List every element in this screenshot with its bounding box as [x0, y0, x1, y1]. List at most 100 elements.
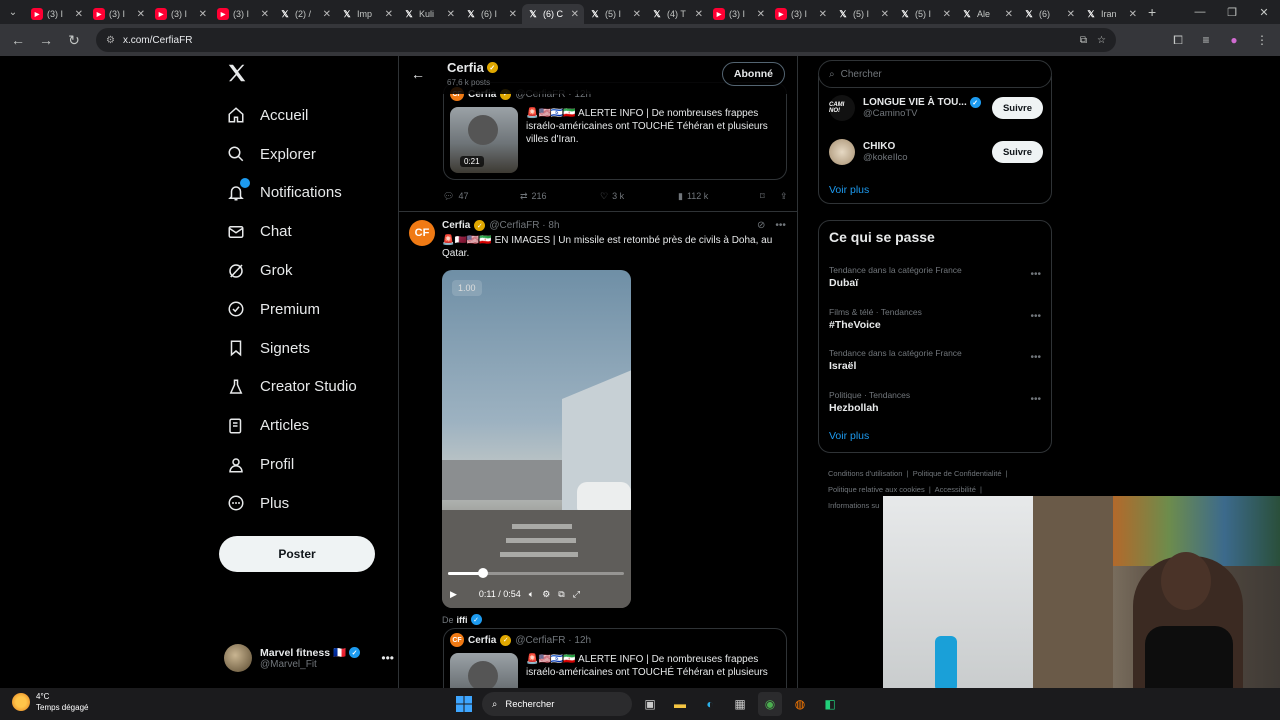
cerfia-avatar[interactable]: CF: [409, 220, 435, 246]
browser-tab[interactable]: ▶ (3) I ✕: [26, 4, 88, 24]
browser-tab[interactable]: ▶ (3) I ✕: [770, 4, 832, 24]
account-switcher[interactable]: Marvel fitness 🇫🇷 ✓ @Marvel_Fit •••: [224, 640, 394, 676]
back-arrow-icon[interactable]: ←: [411, 66, 425, 82]
views-button[interactable]: ▮ 112 k: [678, 191, 760, 202]
close-tab-icon[interactable]: ✕: [1005, 9, 1013, 20]
close-tab-icon[interactable]: ✕: [571, 9, 579, 20]
close-tab-icon[interactable]: ✕: [447, 9, 455, 20]
like-button[interactable]: ♡ 3 k: [600, 191, 678, 202]
nav-item-creator-studio[interactable]: Creator Studio: [218, 368, 398, 407]
browser-tab[interactable]: 𝕏 (5) I ✕: [894, 4, 956, 24]
play-icon[interactable]: ▶: [450, 589, 457, 600]
app-icon[interactable]: ◧: [818, 692, 842, 716]
more-dots-icon[interactable]: •••: [775, 220, 786, 231]
windows-start-icon[interactable]: [452, 692, 476, 716]
menu-kebab-icon[interactable]: ⋮: [1250, 28, 1274, 52]
close-tab-icon[interactable]: ✕: [75, 9, 83, 20]
reload-icon[interactable]: ↻: [62, 28, 86, 52]
site-info-icon[interactable]: ⚙: [106, 35, 115, 46]
close-tab-icon[interactable]: ✕: [199, 9, 207, 20]
video-progress-bar[interactable]: [448, 572, 624, 575]
playback-speed-badge[interactable]: 1.00: [452, 280, 482, 296]
trend-item[interactable]: Politique · Tendances Hezbollah •••: [829, 390, 1043, 414]
nav-item-notifications[interactable]: Notifications: [218, 174, 398, 213]
nav-item-plus[interactable]: Plus: [218, 484, 398, 523]
profile-icon[interactable]: ●: [1222, 28, 1246, 52]
file-explorer-icon[interactable]: ▬: [668, 692, 692, 716]
post-button[interactable]: Poster: [219, 536, 375, 572]
browser-tab[interactable]: 𝕏 Kuli ✕: [398, 4, 460, 24]
follow-suggestion[interactable]: CHIKO @kokeIlco Suivre: [829, 136, 1043, 168]
browser-tab[interactable]: 𝕏 (5) I ✕: [584, 4, 646, 24]
quoted-tweet-card[interactable]: CF Cerfia ✓ @CerfiaFR · 12h 0:21 🚨🇺🇸🇮🇱🇮🇷…: [443, 82, 787, 180]
see-more-link[interactable]: Voir plus: [829, 184, 869, 196]
more-dots-icon[interactable]: •••: [1030, 269, 1041, 280]
browser-tab[interactable]: 𝕏 (6) ✕: [1018, 4, 1080, 24]
from-user[interactable]: iffi: [457, 615, 468, 625]
video-thumbnail[interactable]: 0:21: [450, 107, 518, 173]
follow-button[interactable]: Suivre: [991, 141, 1043, 163]
restore-icon[interactable]: ❐: [1216, 6, 1248, 19]
footer-link[interactable]: Accessibilité: [935, 485, 976, 494]
following-button[interactable]: Abonné: [721, 62, 785, 86]
close-tab-icon[interactable]: ✕: [385, 9, 393, 20]
close-tab-icon[interactable]: ✕: [757, 9, 765, 20]
close-tab-icon[interactable]: ✕: [1067, 9, 1075, 20]
footer-link[interactable]: Informations su: [828, 501, 879, 510]
close-tab-icon[interactable]: ✕: [323, 9, 331, 20]
tab-search-chevron-icon[interactable]: ⌄: [0, 0, 26, 24]
browser-tab[interactable]: 𝕏 Iran ✕: [1080, 4, 1142, 24]
video-player[interactable]: 1.00 ▶ 0:11 / 0:54 🔈︎ ⚙ ⧉ ⤢: [442, 270, 631, 608]
browser-tab[interactable]: 𝕏 (6) C ✕: [522, 4, 584, 24]
tweet-author[interactable]: Cerfia: [442, 220, 470, 231]
browser-tab[interactable]: 𝕏 (4) T ✕: [646, 4, 708, 24]
bookmark-icon[interactable]: ⌑: [760, 191, 780, 202]
taskbar-search[interactable]: ⌕ Rechercher: [482, 692, 632, 716]
nav-item-grok[interactable]: Grok: [218, 251, 398, 290]
bookmark-star-icon[interactable]: ☆: [1097, 35, 1106, 46]
edge-icon[interactable]: ◐: [698, 692, 722, 716]
repost-button[interactable]: ⇄ 216: [520, 191, 600, 202]
install-app-icon[interactable]: ⧉: [1080, 35, 1087, 46]
close-tab-icon[interactable]: ✕: [819, 9, 827, 20]
close-tab-icon[interactable]: ✕: [1129, 9, 1137, 20]
nav-item-signets[interactable]: Signets: [218, 329, 398, 368]
chrome-icon[interactable]: ◉: [758, 692, 782, 716]
browser-tab[interactable]: ▶ (3) I ✕: [88, 4, 150, 24]
browser-tab[interactable]: 𝕏 (2) / ✕: [274, 4, 336, 24]
follow-suggestion[interactable]: CAMI NO! LONGUE VIE À TOU... ✓ @CaminoTV …: [829, 92, 1043, 124]
browser-tab[interactable]: 𝕏 Ale ✕: [956, 4, 1018, 24]
video-thumbnail[interactable]: [450, 653, 518, 688]
nav-item-articles[interactable]: Articles: [218, 406, 398, 445]
footer-link[interactable]: Conditions d'utilisation: [828, 469, 902, 478]
nav-item-chat[interactable]: Chat: [218, 212, 398, 251]
quoted-tweet-card[interactable]: CF Cerfia ✓ @CerfiaFR · 12h 🚨🇺🇸🇮🇱🇮🇷 ALER…: [443, 628, 787, 688]
back-arrow-icon[interactable]: ←: [6, 28, 30, 52]
weather-widget[interactable]: 4°C Temps dégagé: [12, 691, 88, 713]
footer-link[interactable]: Politique relative aux cookies: [828, 485, 925, 494]
more-dots-icon[interactable]: •••: [1030, 394, 1041, 405]
more-dots-icon[interactable]: •••: [1030, 311, 1041, 322]
new-tab-button[interactable]: +: [1148, 4, 1156, 20]
nav-item-explorer[interactable]: Explorer: [218, 135, 398, 174]
more-dots-icon[interactable]: •••: [381, 651, 394, 665]
trends-see-more-link[interactable]: Voir plus: [829, 430, 869, 442]
media-icon[interactable]: ≡: [1194, 28, 1218, 52]
volume-icon[interactable]: 🔈︎: [529, 589, 534, 600]
more-dots-icon[interactable]: •••: [1030, 352, 1041, 363]
browser-tab[interactable]: ▶ (3) I ✕: [150, 4, 212, 24]
close-window-icon[interactable]: ✕: [1248, 6, 1280, 19]
share-icon[interactable]: ⇪: [780, 191, 788, 202]
close-tab-icon[interactable]: ✕: [633, 9, 641, 20]
address-bar[interactable]: ⚙ x.com/CerfiaFR ⧉ ☆: [96, 28, 1116, 52]
follow-button[interactable]: Suivre: [991, 97, 1043, 119]
pip-icon[interactable]: ⧉: [558, 589, 564, 600]
nav-item-accueil[interactable]: Accueil: [218, 96, 398, 135]
close-tab-icon[interactable]: ✕: [509, 9, 517, 20]
minimize-icon[interactable]: —: [1184, 6, 1216, 18]
nav-item-profil[interactable]: Profil: [218, 445, 398, 484]
footer-link[interactable]: Politique de Confidentialité: [913, 469, 1002, 478]
store-icon[interactable]: ▦: [728, 692, 752, 716]
close-tab-icon[interactable]: ✕: [881, 9, 889, 20]
firefox-icon[interactable]: ◍: [788, 692, 812, 716]
